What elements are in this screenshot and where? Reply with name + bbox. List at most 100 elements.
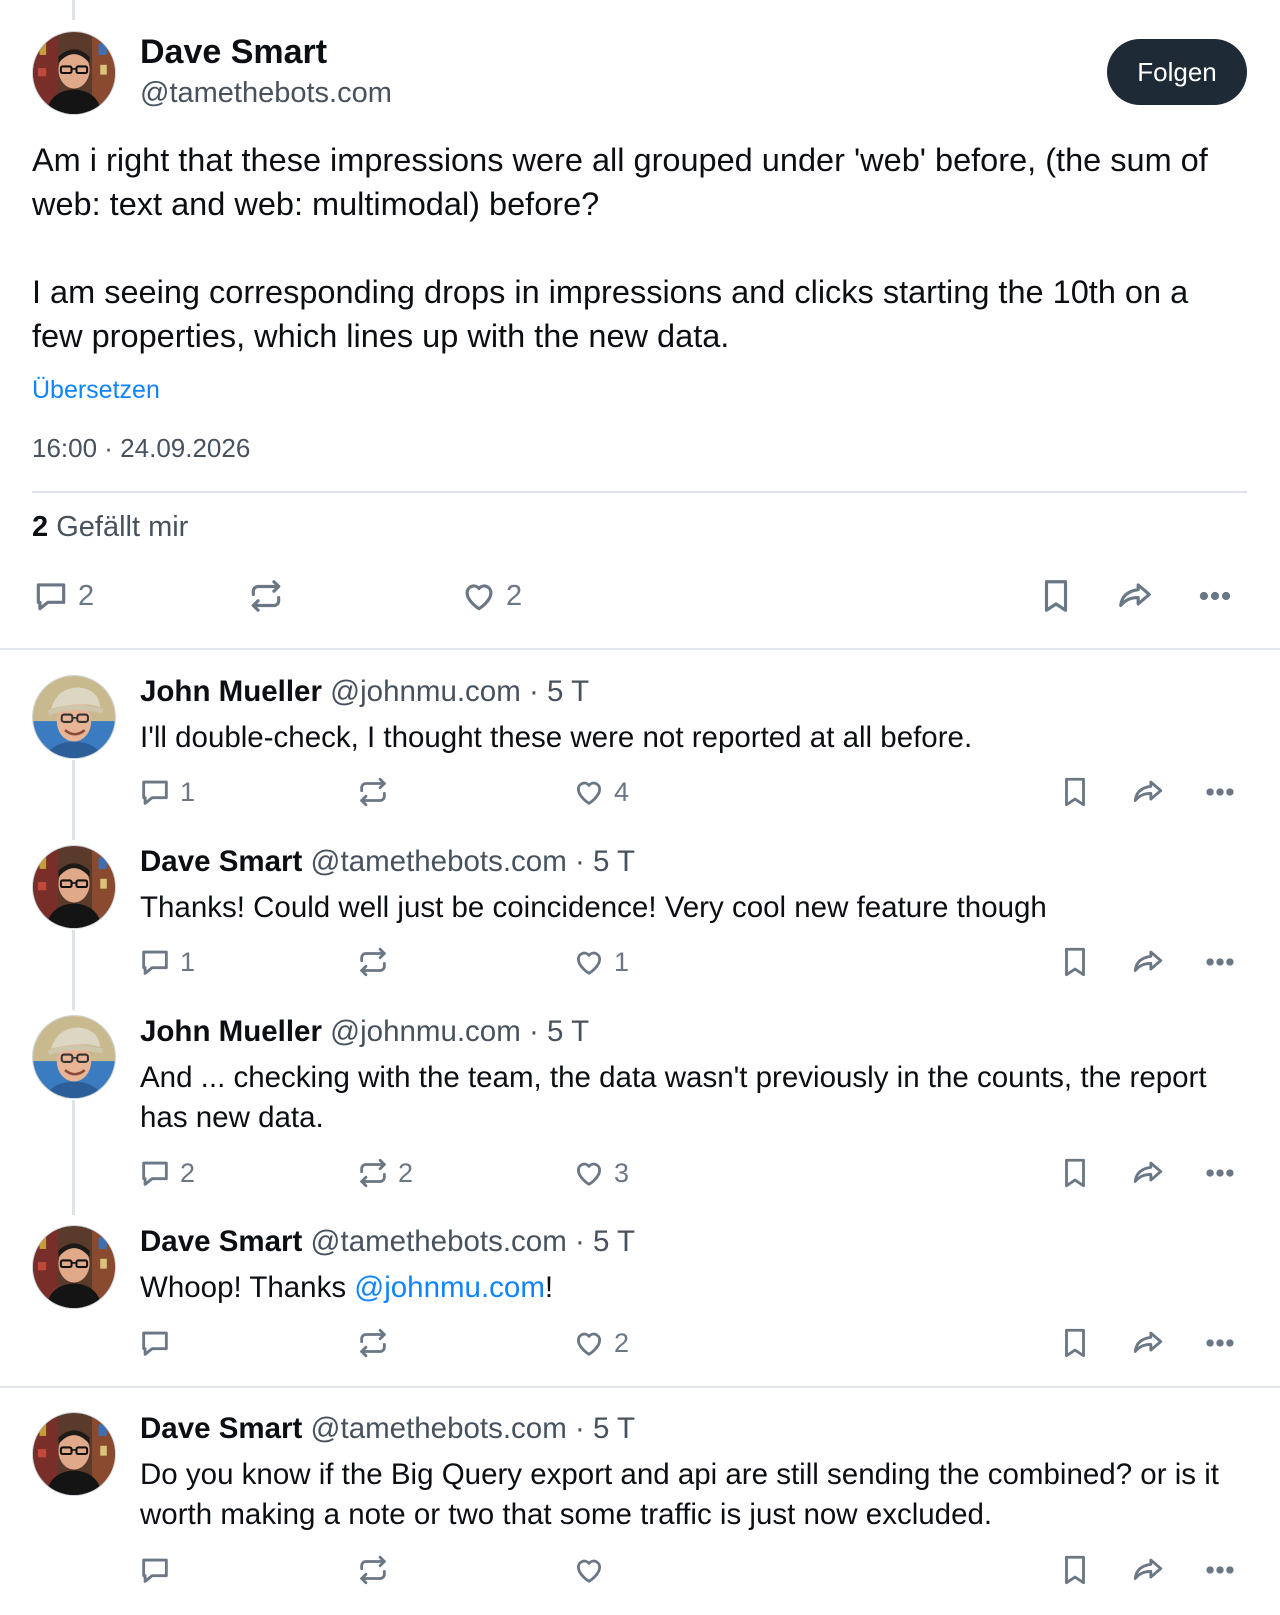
heart-icon <box>576 781 602 805</box>
reply-text: Whoop! Thanks @johnmu.com! <box>140 1268 1250 1308</box>
bookmark-button[interactable] <box>1058 1553 1092 1587</box>
reply-count: 1 <box>180 946 196 977</box>
heart-icon <box>576 951 602 975</box>
avatar[interactable] <box>32 1225 116 1309</box>
repost-button[interactable]: 2 <box>356 1156 413 1190</box>
reply-text: And ... checking with the team, the data… <box>140 1061 1207 1134</box>
like-button[interactable] <box>572 1553 614 1587</box>
thread-line-top <box>72 0 75 20</box>
thread-line-reply-1 <box>72 760 75 840</box>
author-meta: @tamethebots.com · 5 T <box>310 1225 636 1258</box>
share-arrow-icon <box>1133 1161 1163 1183</box>
author-name[interactable]: Dave Smart <box>140 845 302 878</box>
reply-count: 2 <box>180 1157 196 1188</box>
bookmark-icon <box>1065 1555 1085 1585</box>
like-count: 2 <box>614 1327 630 1358</box>
reply-text: Thanks! Could well just be coincidence! … <box>140 891 1047 924</box>
author-name[interactable]: Dave Smart <box>140 33 327 72</box>
like-count: 4 <box>614 776 630 807</box>
like-button[interactable]: 2 <box>460 577 522 615</box>
heart-icon <box>576 1559 602 1583</box>
avatar[interactable] <box>32 1412 116 1496</box>
avatar[interactable] <box>32 675 116 759</box>
reply-button[interactable]: 2 <box>32 577 94 615</box>
repost-button[interactable] <box>356 775 398 809</box>
reply-button[interactable]: 2 <box>138 1156 195 1190</box>
likes-label: Gefällt mir <box>56 511 189 543</box>
share-button[interactable] <box>1131 1553 1165 1587</box>
more-button[interactable] <box>1203 1553 1237 1587</box>
likes-summary[interactable]: 2 Gefällt mir <box>32 511 188 544</box>
author-meta: @johnmu.com · 5 T <box>330 1015 590 1048</box>
ellipsis-icon <box>1206 788 1234 796</box>
speech-bubble-icon <box>142 1558 168 1583</box>
reply-button[interactable] <box>138 1326 180 1360</box>
avatar[interactable] <box>32 31 116 115</box>
reply-header: Dave Smart @tamethebots.com · 5 T <box>140 1225 635 1259</box>
reply-button[interactable]: 1 <box>138 775 195 809</box>
translate-link[interactable]: Übersetzen <box>32 376 160 405</box>
bookmark-icon <box>1065 1328 1085 1358</box>
reply-header: Dave Smart @tamethebots.com · 5 T <box>140 845 635 879</box>
repost-arrows-icon <box>251 580 281 612</box>
author-name[interactable]: John Mueller <box>140 1015 322 1048</box>
share-button[interactable] <box>1116 577 1154 615</box>
reply-button[interactable] <box>138 1553 180 1587</box>
speech-bubble-icon <box>142 950 168 975</box>
share-button[interactable] <box>1131 1156 1165 1190</box>
bookmark-button[interactable] <box>1058 1326 1092 1360</box>
speech-bubble-icon <box>142 780 168 805</box>
post-text: Am i right that these impressions were a… <box>32 142 1208 354</box>
reply-text: I'll double-check, I thought these were … <box>140 721 973 754</box>
speech-bubble-icon <box>142 1331 168 1356</box>
author-name[interactable]: Dave Smart <box>140 1225 302 1258</box>
reply-count: 1 <box>180 776 196 807</box>
avatar[interactable] <box>32 1015 116 1099</box>
avatar[interactable] <box>32 845 116 929</box>
author-name[interactable]: Dave Smart <box>140 1412 302 1445</box>
more-button[interactable] <box>1203 1326 1237 1360</box>
divider <box>0 1386 1280 1388</box>
more-button[interactable] <box>1203 775 1237 809</box>
repost-button[interactable] <box>356 945 398 979</box>
reply-text: Do you know if the Big Query export and … <box>140 1458 1219 1531</box>
like-button[interactable]: 3 <box>572 1156 629 1190</box>
share-button[interactable] <box>1131 1326 1165 1360</box>
follow-button[interactable]: Folgen <box>1107 39 1247 105</box>
repost-arrows-icon <box>360 1158 386 1188</box>
reply-header: Dave Smart @tamethebots.com · 5 T <box>140 1412 635 1446</box>
repost-arrows-icon <box>360 1328 386 1358</box>
repost-button[interactable] <box>356 1326 398 1360</box>
like-count: 3 <box>614 1157 630 1188</box>
more-button[interactable] <box>1203 1156 1237 1190</box>
author-name[interactable]: John Mueller <box>140 675 322 708</box>
reply-header: John Mueller @johnmu.com · 5 T <box>140 675 589 709</box>
ellipsis-icon <box>1206 1566 1234 1574</box>
more-button[interactable] <box>1203 945 1237 979</box>
repost-button[interactable] <box>356 1553 398 1587</box>
repost-count: 2 <box>398 1157 414 1188</box>
share-button[interactable] <box>1131 945 1165 979</box>
share-arrow-icon <box>1133 950 1163 972</box>
ellipsis-icon <box>1206 1169 1234 1177</box>
bookmark-button[interactable] <box>1037 577 1075 615</box>
ellipsis-icon <box>1206 958 1234 966</box>
reply-button[interactable]: 1 <box>138 945 195 979</box>
share-button[interactable] <box>1131 775 1165 809</box>
post-timestamp: 16:00 · 24.09.2026 <box>32 433 251 463</box>
bookmark-button[interactable] <box>1058 775 1092 809</box>
repost-button[interactable] <box>247 577 293 615</box>
heart-icon <box>576 1332 602 1356</box>
bookmark-button[interactable] <box>1058 1156 1092 1190</box>
more-button[interactable] <box>1196 577 1234 615</box>
author-handle[interactable]: @tamethebots.com <box>140 77 392 110</box>
like-button[interactable]: 2 <box>572 1326 629 1360</box>
likes-count: 2 <box>32 511 49 543</box>
like-button[interactable]: 1 <box>572 945 629 979</box>
bookmark-button[interactable] <box>1058 945 1092 979</box>
heart-icon <box>465 584 493 611</box>
repost-arrows-icon <box>360 777 386 807</box>
like-button[interactable]: 4 <box>572 775 629 809</box>
share-arrow-icon <box>1133 780 1163 802</box>
mention-link[interactable]: @johnmu.com <box>354 1271 545 1304</box>
